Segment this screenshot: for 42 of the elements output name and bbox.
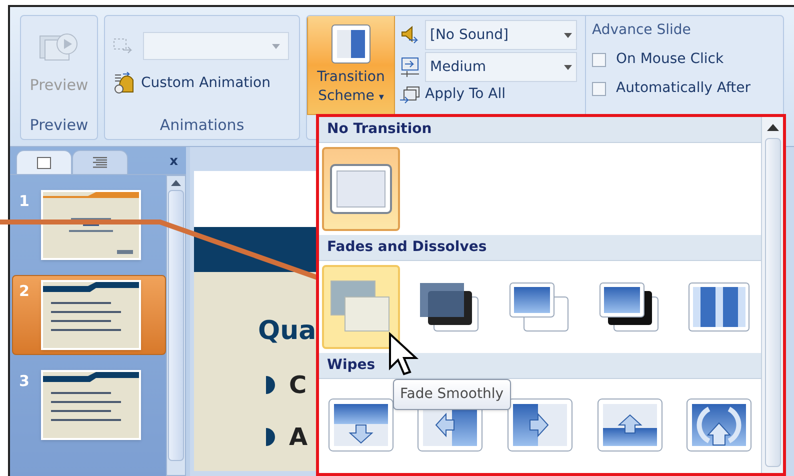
pane-tab[interactable] [72,150,128,174]
checkbox[interactable] [592,52,606,66]
bullet-text: A [289,422,308,453]
transition-icon [331,24,371,64]
slides-stack-icon [399,84,421,104]
slide-number: 2 [19,281,30,302]
checkbox-label: Automatically After [616,79,751,98]
slide-icon [37,156,51,168]
transition-scheme-button[interactable]: Transition Scheme ▾ [307,16,395,115]
slide-thumbnail[interactable] [41,280,141,350]
section-header: Fades and Dissolves [319,235,761,261]
apply-to-all-button[interactable]: Apply To All [399,84,577,105]
caret-icon [564,32,572,38]
tooltip: Fade Smoothly [393,379,510,410]
slide-number: 3 [19,371,30,392]
bullet-icon [266,428,275,446]
bullet-icon [266,376,275,394]
slide-title: Qua [258,315,318,348]
scroll-thumb[interactable] [764,138,780,467]
sound-dropdown[interactable]: [No Sound] [425,20,577,50]
group-label: Preview [28,114,90,136]
advance-slide-label: Advance Slide [592,21,692,40]
custom-animation-button[interactable]: Custom Animation [113,72,291,94]
checkbox-label: On Mouse Click [616,50,724,69]
scroll-thumb[interactable] [168,190,184,461]
checkbox[interactable] [592,82,606,96]
slide-number: 1 [19,191,30,212]
speed-icon [399,56,421,78]
close-button[interactable]: x [170,152,178,171]
pane-tab[interactable] [16,150,72,174]
group-label: Animations [158,114,246,136]
slide-thumbnail[interactable] [41,190,141,260]
outline-icon [93,156,107,168]
speaker-icon [399,24,421,46]
slide-thumbnail[interactable] [41,370,141,440]
bullet-text: C [289,370,307,401]
caret-icon [272,44,280,49]
caret-icon [564,64,572,70]
section-header: No Transition [319,117,761,143]
scroll-up-icon [766,124,778,131]
speed-dropdown[interactable]: Medium [425,52,577,82]
section-header: Wipes [319,353,761,379]
